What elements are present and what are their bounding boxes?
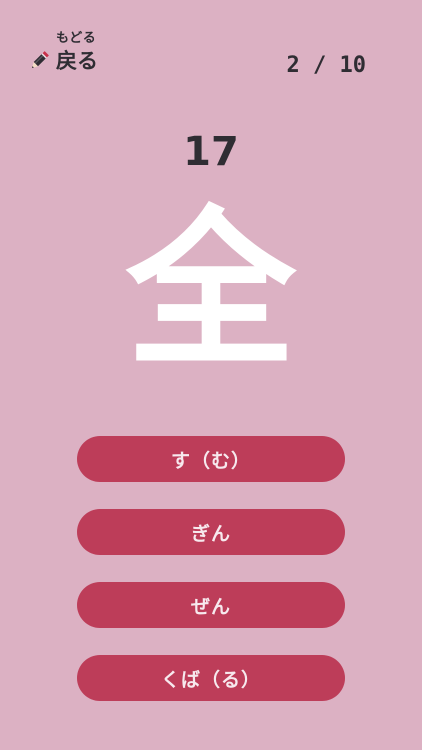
answer-option-label: ぜん [190,595,231,618]
kanji-character: 全 [125,190,296,390]
question-number: 17 [183,129,239,175]
answer-option-label: くば（る） [160,668,261,691]
answer-option-4[interactable]: くば（る） [77,655,345,701]
quiz-screen: もどる 戻る 2 / 10 17 全 す（む） ぎん ぜん くば（る） [0,0,422,750]
answer-option-label: ぎん [190,522,231,545]
progress-counter: 2 / 10 [286,53,366,78]
back-button[interactable]: もどる 戻る [28,32,128,80]
answer-options: す（む） ぎん ぜん くば（る） [77,436,345,728]
answer-option-2[interactable]: ぎん [77,509,345,555]
back-label: 戻る [56,49,98,73]
back-ruby-text: もどる [56,31,97,46]
answer-option-label: す（む） [170,449,251,472]
answer-option-1[interactable]: す（む） [77,436,345,482]
pencil-icon [31,51,49,69]
answer-option-3[interactable]: ぜん [77,582,345,628]
